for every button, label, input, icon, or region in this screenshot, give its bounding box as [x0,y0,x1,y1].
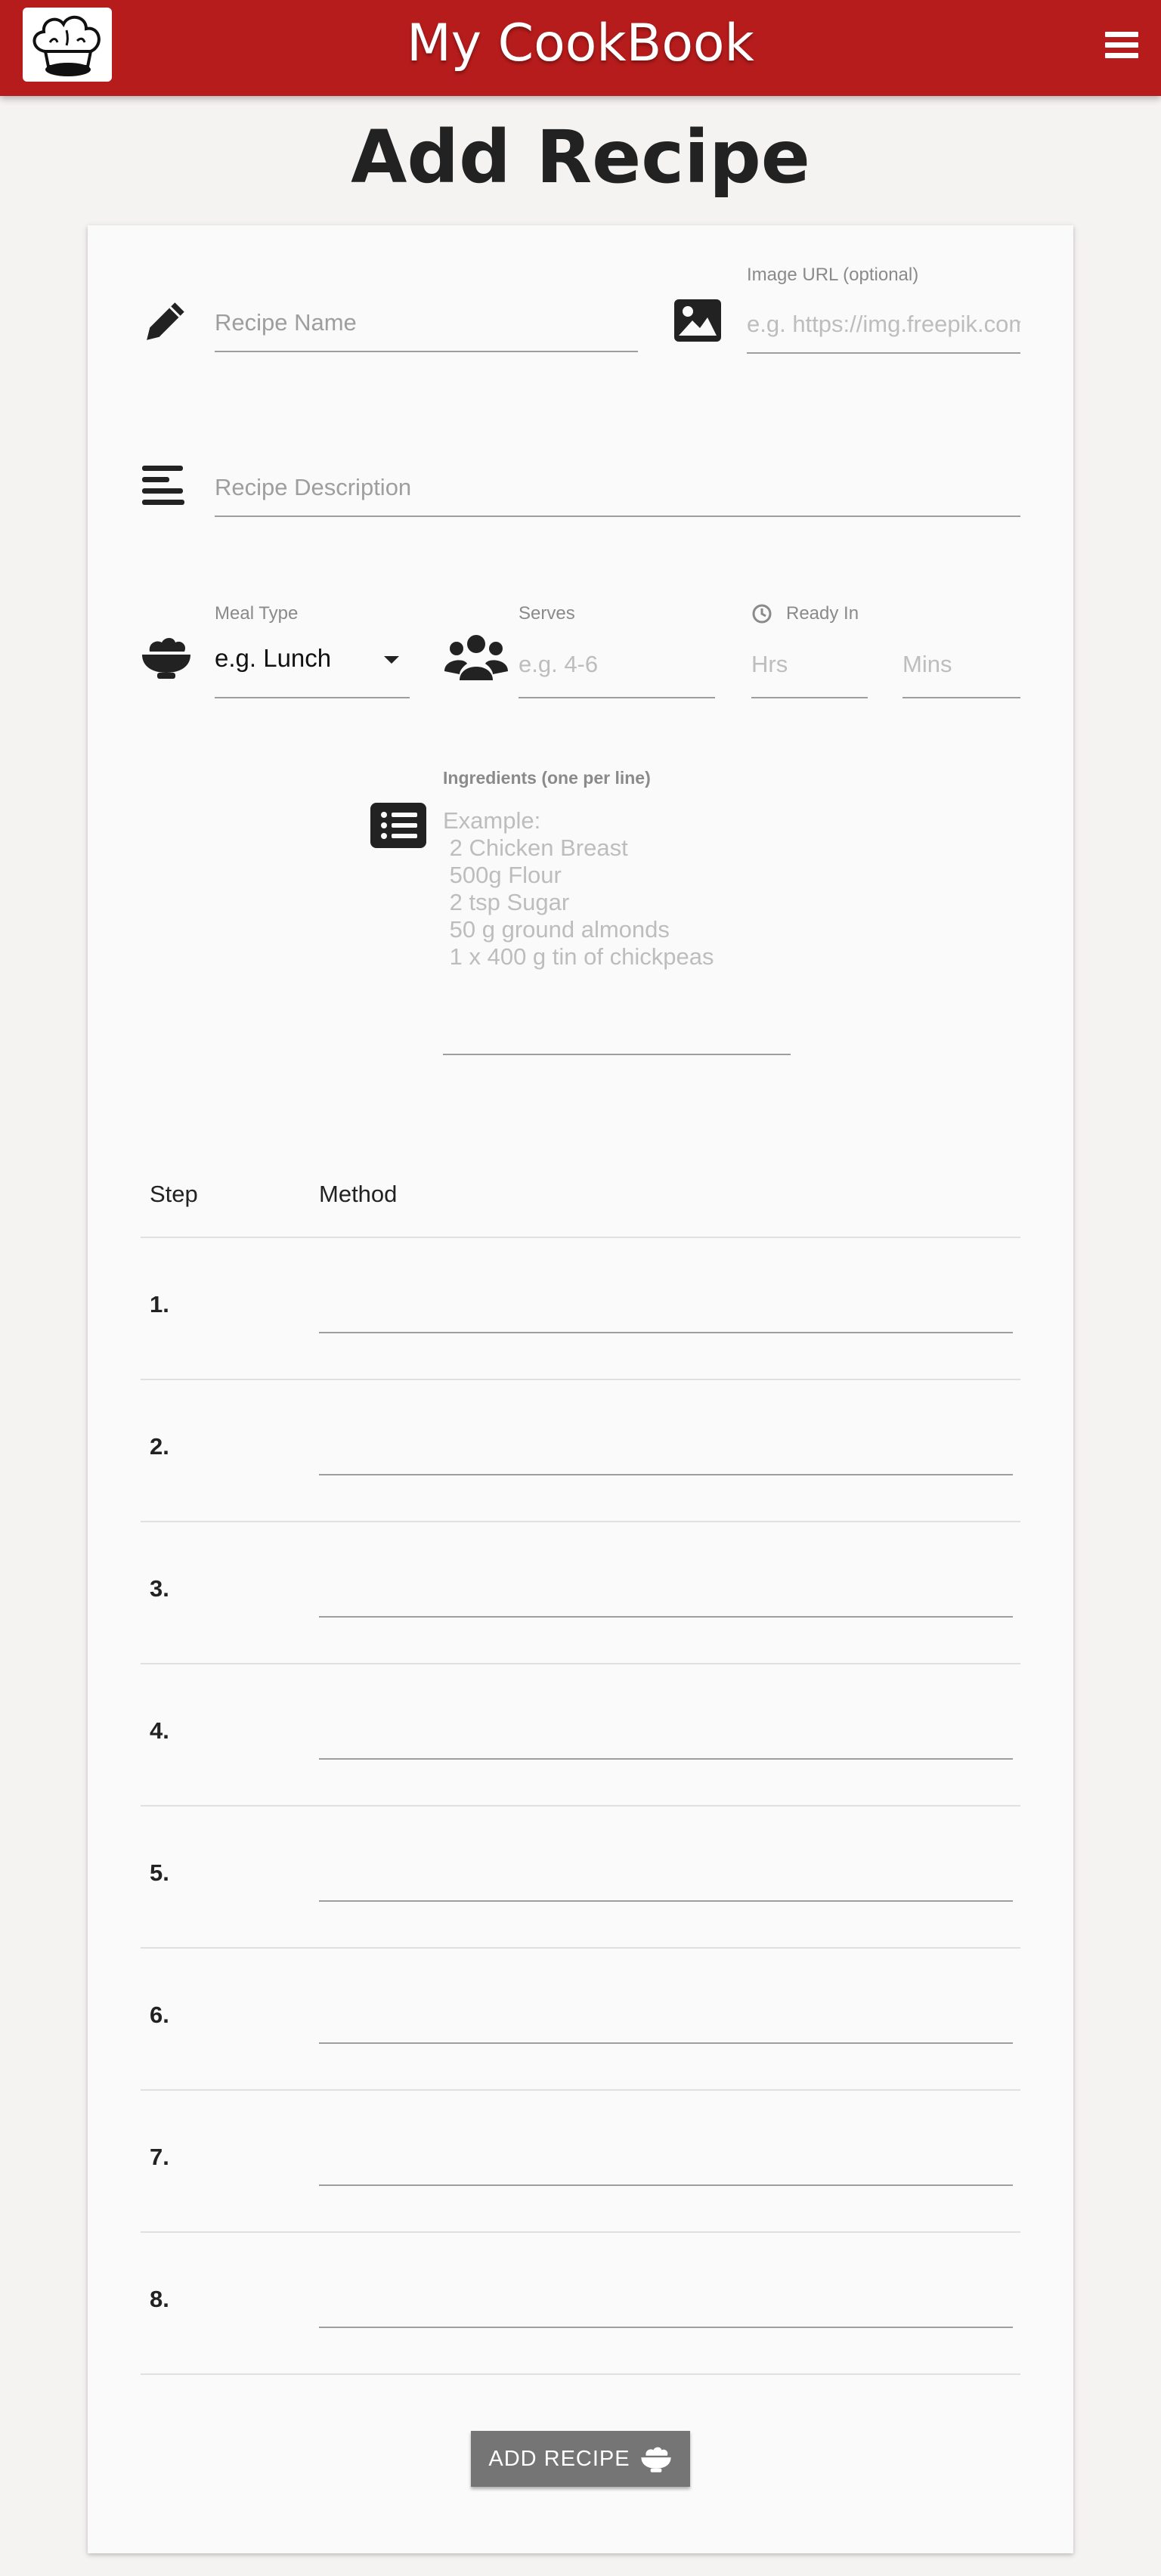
method-input[interactable] [319,1859,1013,1902]
method-input[interactable] [319,1717,1013,1760]
serves-label: Serves [519,603,575,624]
ready-in-hours-input[interactable] [751,642,868,698]
step-number: 3. [150,1575,169,1602]
table-row-divider [141,1947,1020,1949]
step-number: 2. [150,1433,169,1460]
step-number: 1. [150,1291,169,1317]
ingredients-label: Ingredients (one per line) [443,768,651,788]
method-input[interactable] [319,1433,1013,1475]
step-number: 4. [150,1717,169,1744]
chevron-down-icon [384,656,399,664]
method-input[interactable] [319,2002,1013,2044]
table-row-divider [141,1805,1020,1807]
table-row-divider [141,2231,1020,2233]
serves-input[interactable] [519,642,715,698]
table-row-divider [141,2373,1020,2375]
add-recipe-button-label: ADD RECIPE [488,2446,630,2471]
clock-icon [751,603,772,624]
ready-in-minutes-input[interactable] [902,642,1020,698]
image-url-input[interactable] [747,307,1020,354]
table-row-divider [141,1521,1020,1522]
method-input[interactable] [319,2144,1013,2186]
meal-type-select[interactable]: e.g. Lunch [215,644,410,698]
table-row-divider [141,1663,1020,1664]
pencil-icon [141,296,190,346]
bowl-icon [639,2444,673,2473]
table-row-divider [141,2089,1020,2091]
people-icon [444,633,508,682]
align-left-icon [142,464,186,508]
step-number: 7. [150,2144,169,2170]
add-recipe-button[interactable]: ADD RECIPE [471,2431,690,2487]
app-header: My CookBook [0,0,1161,96]
table-row-divider [141,1379,1020,1380]
method-input[interactable] [319,1291,1013,1333]
hamburger-menu-icon[interactable] [1105,32,1138,60]
method-input[interactable] [319,2286,1013,2328]
bowl-icon [141,633,192,680]
ready-in-label: Ready In [786,603,859,624]
list-icon [370,803,426,848]
brand-title[interactable]: My CookBook [0,14,1161,73]
step-number: 6. [150,2002,169,2028]
table-header-divider [141,1237,1020,1238]
image-url-label: Image URL (optional) [747,265,919,285]
method-input[interactable] [319,1575,1013,1618]
step-number: 5. [150,1859,169,1886]
recipe-description-input[interactable] [215,470,1020,517]
image-icon [673,298,723,343]
ingredients-textarea[interactable] [443,807,791,1055]
add-recipe-form: Image URL (optional) Meal Type e.g. Lunc… [88,225,1073,2553]
method-column-header: Method [319,1181,398,1207]
meal-type-value: e.g. Lunch [215,644,332,672]
step-column-header: Step [150,1181,198,1207]
meal-type-label: Meal Type [215,603,299,624]
recipe-name-input[interactable] [215,305,638,352]
page-title: Add Recipe [351,115,810,200]
step-number: 8. [150,2286,169,2312]
